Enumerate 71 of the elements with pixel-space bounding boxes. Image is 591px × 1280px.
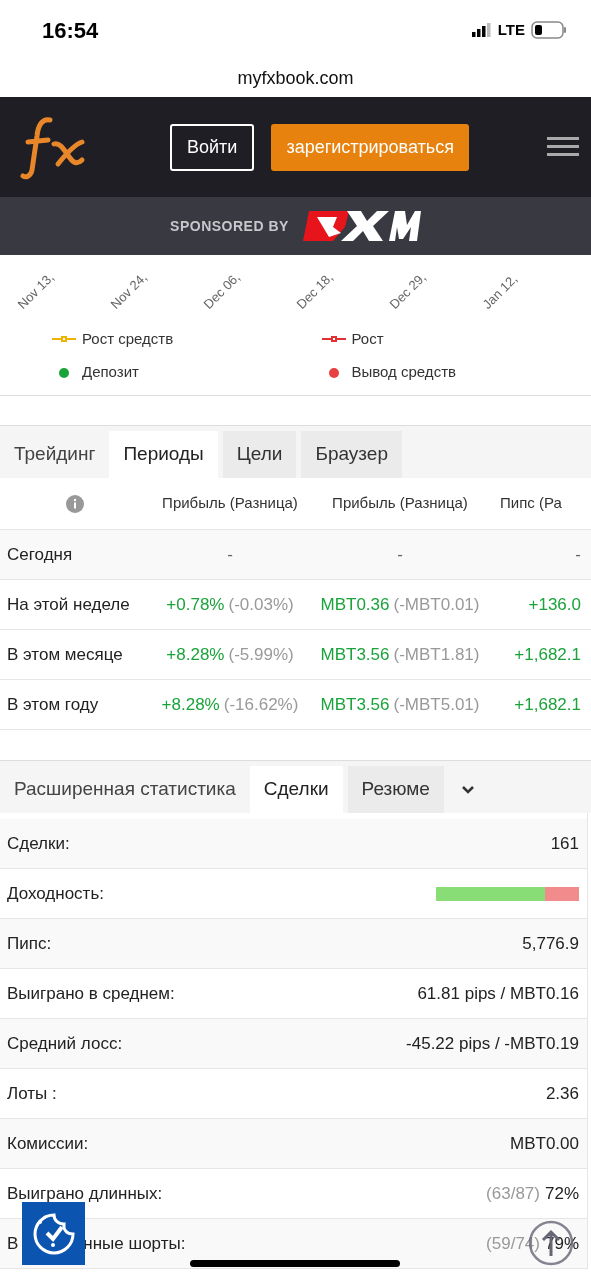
difference-value: (-16.62%) — [223, 693, 299, 716]
menu-icon[interactable] — [547, 136, 579, 158]
profit-value: MBT3.56 — [320, 693, 390, 716]
stat-label: Средний лосс: — [7, 1032, 123, 1055]
profit-value: +1,682.1 — [514, 693, 581, 716]
tab[interactable]: Резюме — [347, 766, 444, 813]
stat-value: 2.36 — [545, 1082, 579, 1105]
clock: 16:54 — [42, 16, 99, 45]
stat-label: Выиграно длинных: — [7, 1182, 163, 1205]
stat-value: 161 — [550, 832, 579, 855]
difference-value: (-MBT0.01) — [393, 593, 480, 616]
sponsor-logo[interactable] — [302, 209, 421, 243]
axis-label: Jan 12, — [478, 270, 522, 314]
difference-value: (-5.99%) — [228, 643, 294, 666]
login-button[interactable]: Войти — [170, 123, 255, 171]
axis-label: Nov 13, — [13, 268, 58, 314]
column-header: Прибыль (Разница) — [161, 493, 299, 514]
stat-label: Комиссии: — [7, 1132, 89, 1155]
legend-label: Рост — [351, 328, 384, 349]
column-header: Прибыль (Разница) — [331, 493, 469, 514]
profit-value: +136.0 — [528, 593, 581, 616]
row-label: В этом месяце — [6, 643, 124, 666]
ratio-count: (63/87) — [486, 1182, 540, 1205]
axis-label: Dec 06, — [199, 268, 244, 314]
axis-label: Dec 29, — [385, 268, 430, 314]
stat-value: 5,776.9 — [522, 932, 579, 955]
profit-value: - — [227, 543, 233, 566]
info-icon[interactable] — [66, 494, 84, 513]
stat-label: Доходность: — [7, 882, 104, 905]
url-text[interactable]: myfxbook.com — [237, 65, 354, 92]
profit-value: - — [397, 543, 403, 566]
profit-value: MBT3.56 — [320, 643, 390, 666]
cookie-check-icon — [31, 1211, 76, 1256]
signal-icon — [471, 23, 492, 37]
sponsor-label: SPONSORED BY — [170, 216, 289, 236]
axis-label: Dec 18, — [292, 268, 337, 314]
profit-value: MBT0.36 — [320, 593, 390, 616]
stat-value: 72% — [544, 1182, 579, 1205]
profit-value: +0.78% — [166, 593, 225, 616]
tab[interactable]: Браузер — [301, 431, 402, 478]
tab[interactable]: Цели — [222, 431, 297, 478]
difference-value: (-MBT1.81) — [393, 643, 480, 666]
row-label: Сегодня — [6, 543, 74, 566]
row-label: На этой неделе — [6, 593, 131, 616]
stat-label: В — [7, 1232, 19, 1255]
battery-icon — [531, 21, 567, 39]
column-header: Пипс (Ра — [499, 493, 562, 514]
stat-value: -45.22 pips / -MBT0.19 — [406, 1032, 579, 1055]
profit-value: - — [575, 543, 581, 566]
stat-label: Сделки: — [7, 832, 70, 855]
axis-label: Nov 24, — [106, 268, 151, 314]
stat-label: Выиграно в среднем: — [7, 982, 175, 1005]
logo-icon[interactable] — [20, 114, 86, 180]
chevron-down-icon[interactable] — [460, 784, 475, 795]
stat-label: Лоты : — [7, 1082, 57, 1105]
network-label: LTE — [497, 19, 525, 40]
cookie-consent-button[interactable] — [22, 1202, 85, 1265]
stat-label: Пипс: — [7, 932, 52, 955]
legend-label: Рост средств — [82, 328, 174, 349]
tab[interactable]: Периоды — [109, 431, 218, 478]
difference-value: (-MBT5.01) — [393, 693, 480, 716]
legend-label: Вывод средств — [351, 362, 456, 383]
tab[interactable]: Сделки — [249, 766, 343, 813]
stat-value: 61.81 pips / MBT0.16 — [417, 982, 579, 1005]
row-label: В этом году — [6, 693, 100, 716]
stat-value: MBT0.00 — [510, 1132, 579, 1155]
profit-value: +1,682.1 — [514, 643, 581, 666]
difference-value: (-0.03%) — [228, 593, 294, 616]
legend-label: Депозит — [82, 362, 139, 383]
profit-value: +8.28% — [161, 693, 220, 716]
profit-value: +8.28% — [166, 643, 225, 666]
